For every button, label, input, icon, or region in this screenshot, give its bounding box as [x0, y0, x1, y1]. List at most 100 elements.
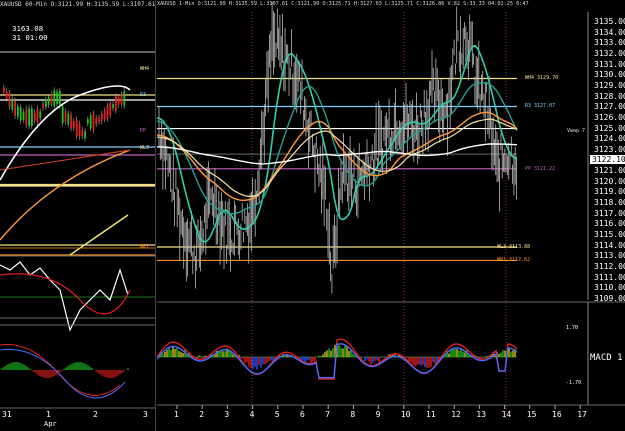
time-axis-label: 13	[476, 410, 487, 419]
time-axis-label: 7	[325, 410, 331, 419]
hourly-candle-body	[45, 99, 47, 107]
pivot-level-label: WR1 3112.62	[497, 257, 531, 264]
time-axis-label: 6	[300, 410, 305, 419]
time-axis-label: 17	[577, 410, 587, 419]
hourly-candle-body	[8, 92, 11, 107]
time-axis-label: 8	[350, 410, 356, 419]
hourly-candle-body	[87, 119, 89, 124]
price-tick-label: 3134.00	[594, 27, 625, 37]
hourly-time-label: 2	[93, 410, 98, 419]
hourly-chart-pane[interactable]: XAUUSD 60-Min O:3121.99 H:3135.59 L:3107…	[0, 0, 156, 431]
hourly-candle-body	[17, 106, 19, 117]
vwap-label: Vwap 7	[567, 128, 586, 134]
hourly-level-label: WL3	[140, 145, 150, 151]
minute-chart-header: XAUUSD 1-Min O:3121.99 H:3135.59 L:3107.…	[157, 1, 529, 7]
tan-moving-average	[157, 118, 518, 198]
hourly-candle-body	[106, 105, 109, 119]
hourly-candle-body	[19, 107, 22, 121]
price-tick-label: 3121.00	[594, 166, 625, 176]
price-tick-label: 3125.00	[594, 123, 625, 133]
hourly-candle-body	[31, 108, 33, 126]
hourly-chart-header: XAUUSD 60-Min O:3121.99 H:3135.59 L:3107…	[0, 1, 156, 8]
hourly-candle-body	[109, 103, 112, 116]
time-axis-label: 4	[249, 410, 255, 419]
pivot-level-label: PP 3121.22	[525, 165, 556, 172]
hourly-level-label: R3	[140, 92, 147, 98]
hourly-chart-canvas[interactable]	[0, 0, 155, 431]
hourly-candle-body	[56, 91, 58, 105]
hourly-candle-body	[84, 131, 86, 139]
hourly-candle-body	[36, 108, 39, 123]
price-tick-label: 3129.00	[594, 80, 625, 90]
hourly-candle-body	[112, 104, 114, 109]
hourly-candle-body	[64, 111, 67, 122]
minute-chart-canvas[interactable]	[157, 0, 625, 431]
time-axis-label: 10	[400, 410, 411, 419]
last-price-box: 3122.10	[590, 155, 625, 164]
hourly-candle-body	[59, 90, 61, 107]
hourly-candle-body	[22, 111, 25, 120]
price-tick-label: 3124.00	[594, 134, 625, 144]
time-axis-label: 9	[375, 410, 381, 419]
price-tick-label: 3109.00	[594, 294, 625, 303]
time-axis-label: 2	[199, 410, 205, 419]
hourly-date-label: 31 01:00	[12, 33, 48, 42]
time-axis-label: 11	[426, 410, 436, 419]
hourly-candle-body	[103, 110, 106, 120]
time-axis-label: 16	[552, 410, 562, 419]
macd-tick-lower: -1.70	[566, 380, 582, 386]
hourly-candle-body	[33, 112, 36, 121]
hourly-time-label: 31	[2, 410, 12, 419]
minute-chart-pane[interactable]: XAUUSD 1-Min O:3121.99 H:3135.59 L:3107.…	[157, 0, 625, 431]
hourly-candle-body	[42, 103, 44, 108]
price-tick-label: 3127.00	[594, 102, 625, 112]
price-tick-label: 3114.00	[594, 240, 625, 250]
hourly-candle-body	[95, 118, 98, 124]
price-tick-label: 3115.00	[594, 230, 625, 240]
time-axis-label: 1	[174, 410, 179, 419]
hourly-candle-body	[70, 114, 72, 129]
hourly-candle-body	[11, 98, 14, 110]
hourly-candle-body	[92, 113, 95, 131]
hourly-candle-body	[53, 90, 56, 107]
hourly-candle-body	[73, 121, 75, 129]
hourly-time-label: 1	[46, 410, 51, 419]
time-axis-label: 5	[274, 410, 280, 419]
price-tick-label: 3135.00	[594, 17, 625, 26]
price-tick-label: 3111.00	[594, 272, 625, 282]
price-tick-label: 3118.00	[594, 198, 625, 208]
macd-label: MACD 1	[590, 353, 623, 363]
hourly-candle-body	[120, 94, 123, 105]
hourly-time-label: 3	[143, 410, 148, 419]
hourly-candle-body	[123, 90, 126, 106]
price-tick-label: 3120.00	[594, 176, 625, 186]
price-tick-label: 3113.00	[594, 251, 625, 261]
hourly-candle-body	[50, 94, 53, 105]
price-tick-label: 3133.00	[594, 38, 625, 48]
hourly-month-label: Apr	[44, 420, 57, 428]
hourly-candle-body	[5, 91, 8, 99]
hourly-candle-body	[117, 97, 120, 105]
time-axis-label: 15	[526, 410, 537, 419]
price-tick-label: 3123.00	[594, 144, 625, 154]
macd-tick-upper: 1.70	[566, 325, 579, 331]
hourly-level-label: PP	[140, 128, 147, 134]
hourly-candle-body	[28, 108, 30, 127]
hourly-candle-body	[101, 113, 103, 122]
price-tick-label: 3117.00	[594, 208, 625, 218]
hourly-candle-body	[115, 96, 117, 111]
price-tick-label: 3132.00	[594, 48, 625, 58]
price-tick-label: 3112.00	[594, 262, 625, 272]
hourly-candle-body	[78, 123, 81, 137]
pivot-level-label: WH4 3129.70	[525, 75, 559, 82]
hourly-candle-body	[25, 108, 28, 126]
pivot-level-label: WL3 3113.88	[497, 244, 531, 250]
price-tick-label: 3110.00	[594, 283, 625, 293]
macd-line	[157, 343, 518, 379]
hourly-red-ma	[0, 149, 131, 171]
hourly-candle-body	[14, 100, 16, 116]
hourly-price-label: 3163.08	[12, 24, 44, 33]
hourly-candle-body	[47, 96, 50, 105]
time-axis-label: 14	[501, 410, 512, 419]
price-tick-label: 3119.00	[594, 187, 625, 197]
